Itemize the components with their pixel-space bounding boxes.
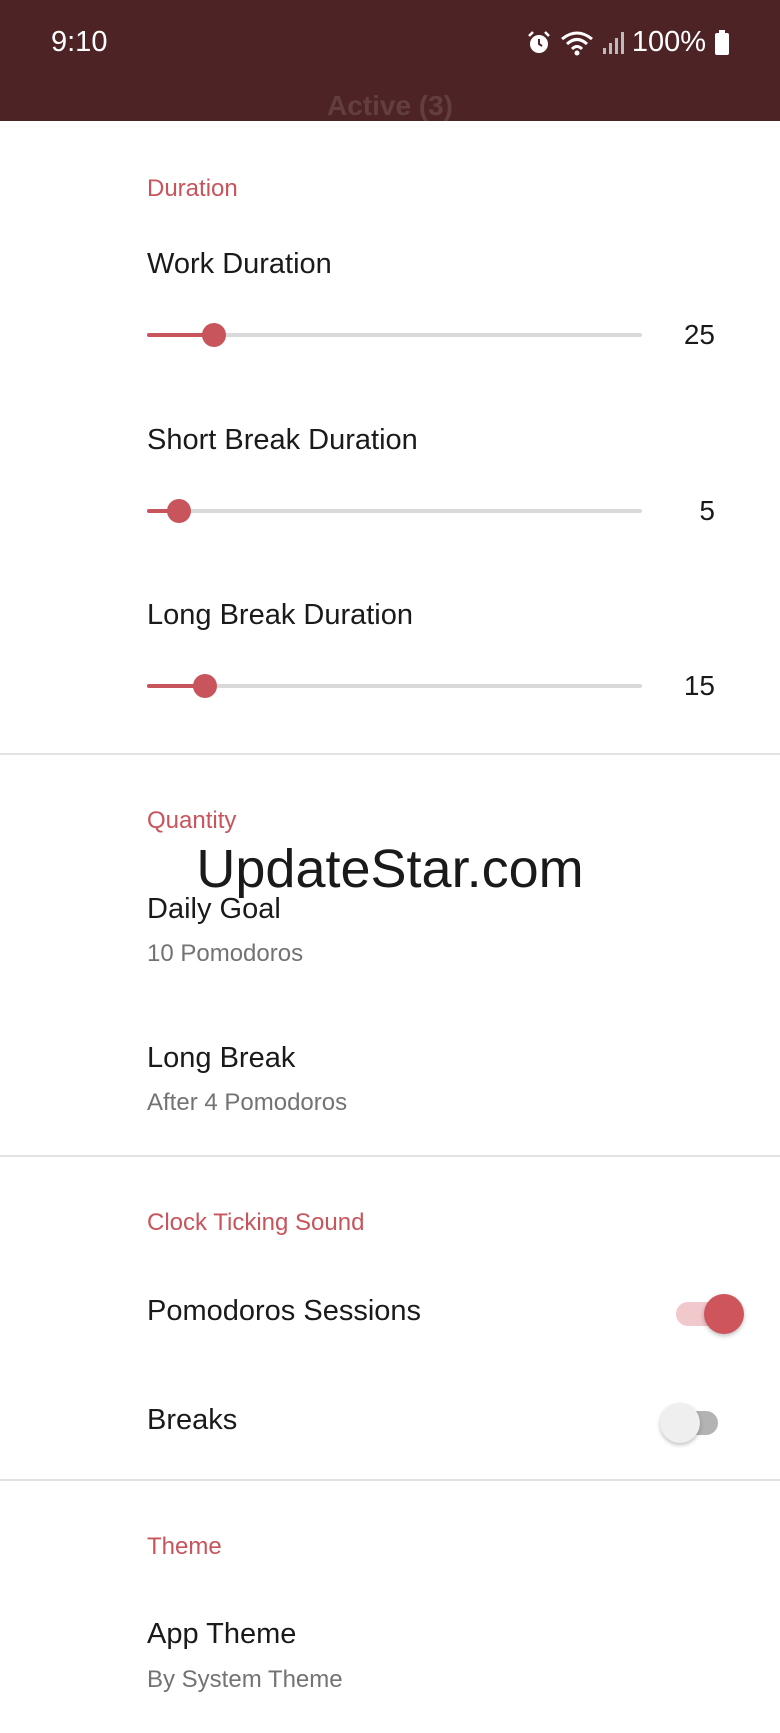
battery-percent: 100%	[631, 26, 706, 58]
slider-track	[147, 684, 642, 688]
slider-track	[147, 509, 642, 513]
work-duration-value: 25	[683, 319, 715, 350]
short-break-duration-label: Short Break Duration	[147, 424, 418, 456]
slider-thumb[interactable]	[193, 674, 218, 698]
divider	[0, 753, 780, 755]
wifi-icon	[560, 30, 594, 56]
signal-icon	[602, 30, 624, 56]
work-duration-slider[interactable]	[147, 315, 642, 355]
divider	[0, 1479, 780, 1481]
breaks-toggle[interactable]	[660, 1403, 726, 1443]
long-break-duration-slider[interactable]	[147, 666, 642, 706]
toggle-thumb	[704, 1294, 744, 1334]
settings-list: Duration Work Duration 25 Short Break Du…	[0, 121, 780, 1733]
short-break-duration-value: 5	[699, 495, 715, 526]
watermark: UpdateStar.com	[196, 839, 584, 899]
long-break-duration-value: 15	[683, 670, 715, 701]
toolbar-title: Active (3)	[326, 90, 454, 121]
long-break-duration-label: Long Break Duration	[147, 599, 413, 631]
daily-goal-summary: 10 Pomodoros	[147, 940, 304, 967]
battery-icon	[714, 29, 730, 56]
alarm-icon	[526, 30, 552, 56]
section-title-duration: Duration	[147, 175, 238, 202]
app-theme-title: App Theme	[147, 1618, 297, 1650]
pomodoros-sessions-toggle[interactable]	[676, 1294, 744, 1334]
toggle-thumb	[660, 1403, 700, 1443]
status-icons: 100%	[526, 26, 730, 59]
status-bar: 9:10 100% Active (3)	[0, 0, 780, 121]
long-break-title: Long Break	[147, 1042, 296, 1074]
work-duration-label: Work Duration	[147, 248, 332, 280]
divider	[0, 1155, 780, 1157]
app-theme-summary: By System Theme	[147, 1666, 343, 1693]
slider-thumb[interactable]	[167, 499, 192, 523]
short-break-duration-slider[interactable]	[147, 491, 642, 531]
section-title-clock-ticking-sound: Clock Ticking Sound	[147, 1209, 365, 1236]
slider-thumb[interactable]	[201, 323, 226, 347]
status-time: 9:10	[51, 26, 108, 58]
pomodoros-sessions-label: Pomodoros Sessions	[147, 1295, 422, 1327]
section-title-quantity: Quantity	[147, 807, 237, 834]
section-title-theme: Theme	[147, 1533, 222, 1560]
breaks-label: Breaks	[147, 1404, 238, 1436]
long-break-summary: After 4 Pomodoros	[147, 1089, 348, 1116]
